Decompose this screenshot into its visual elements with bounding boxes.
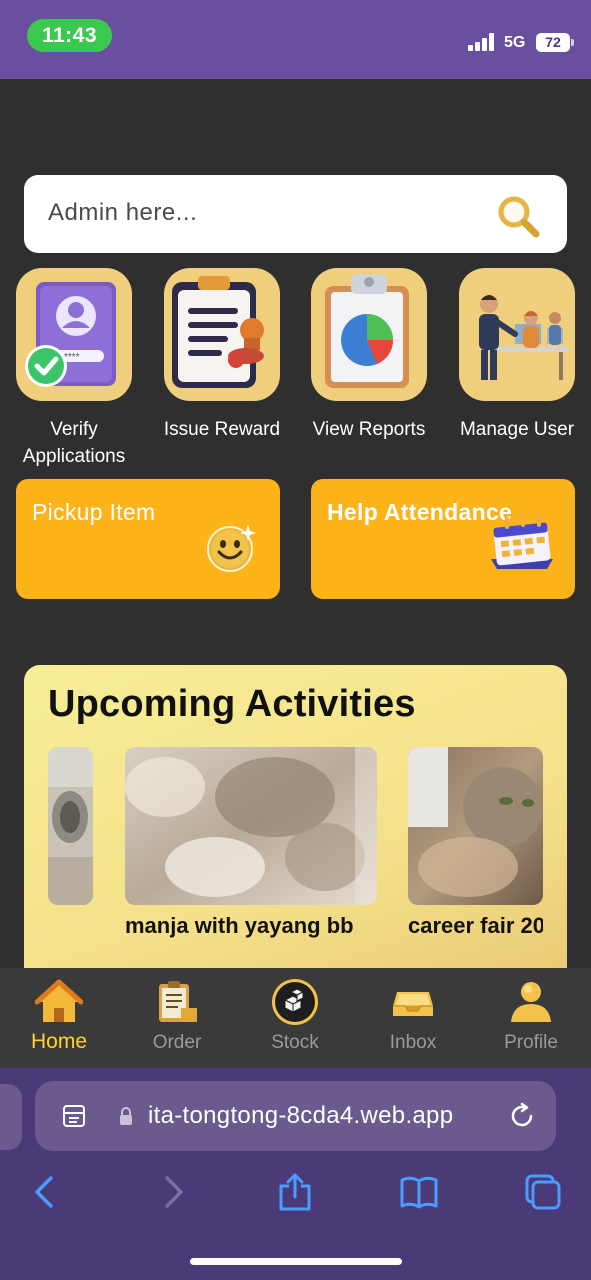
clipboard-stamp-icon [172,276,264,388]
back-icon[interactable] [25,1172,65,1212]
search-icon[interactable] [495,193,541,239]
nav-order[interactable]: Order [118,968,236,1068]
home-indicator [190,1258,402,1265]
page-menu-icon[interactable] [61,1103,87,1129]
pie-chart-report-icon [325,274,409,388]
inbox-tray-icon [393,992,433,1016]
reload-icon[interactable] [507,1101,537,1131]
smiley-icon [207,525,256,572]
forward-icon[interactable] [153,1172,193,1212]
battery-icon: 72 [536,33,574,52]
issue-reward-button[interactable] [164,268,280,401]
cellular-signal-icon [468,33,496,51]
stock-boxes-icon [272,979,318,1025]
bookmarks-icon[interactable] [399,1172,439,1212]
view-reports-button[interactable] [311,268,427,401]
help-attendance-label: Help Attendance [327,499,513,525]
activity-photo [408,747,543,905]
issue-reward-label: Issue Reward [163,419,281,440]
tabs-icon[interactable] [523,1172,563,1212]
profile-icon [511,982,551,1022]
section-title: Upcoming Activities [48,683,416,725]
nav-inbox[interactable]: Inbox [354,968,472,1068]
nav-home-label: Home [30,1030,88,1053]
activity-card[interactable] [125,747,377,905]
nav-stock-label: Stock [271,1032,319,1053]
activity-caption: manja with yayang bb [125,913,354,938]
upcoming-activities-section: Upcoming Activities manja with yayang bb… [24,665,567,1005]
manage-user-button[interactable] [459,268,575,401]
activity-card[interactable] [48,747,93,905]
previous-tab-edge[interactable] [0,1084,22,1150]
lock-icon [120,1107,132,1125]
bottom-nav: Home Order Stock Inbox Profile [0,968,591,1068]
address-bar[interactable]: ita-tongtong-8cda4.web.app [35,1081,556,1151]
home-icon [35,979,83,1022]
nav-home[interactable]: Home [0,968,118,1068]
pickup-item-card[interactable]: Pickup Item [16,479,280,599]
activity-card[interactable] [408,747,543,905]
search-bar[interactable]: Admin here... [24,175,567,253]
calendar-icon [491,515,553,569]
nav-stock[interactable]: Stock [236,968,354,1068]
network-type: 5G [504,34,526,51]
nav-profile[interactable]: Profile [472,968,590,1068]
activity-photo [48,747,93,905]
verify-id-icon: **** [25,282,116,387]
manage-user-label: Manage User [459,419,575,440]
help-attendance-card[interactable]: Help Attendance [311,479,575,599]
nav-inbox-label: Inbox [389,1032,437,1053]
nav-profile-label: Profile [504,1032,558,1053]
status-time: 11:43 [27,19,112,52]
nav-order-label: Order [152,1032,202,1053]
verify-applications-label: Verify Applications [22,419,126,467]
activity-photo [125,747,377,905]
status-bar: 11:43 5G 72 [0,0,591,79]
order-clipboard-icon [159,981,197,1022]
verify-applications-button[interactable]: **** [16,268,132,401]
search-input[interactable]: Admin here... [48,199,197,227]
view-reports-label: View Reports [312,419,426,440]
office-team-icon [479,295,569,380]
activity-caption: career fair 20 [408,913,543,938]
pickup-item-label: Pickup Item [32,499,156,525]
browser-toolbar: ita-tongtong-8cda4.web.app [0,1068,591,1280]
share-icon[interactable] [275,1172,315,1212]
url-text[interactable]: ita-tongtong-8cda4.web.app [148,1102,453,1130]
